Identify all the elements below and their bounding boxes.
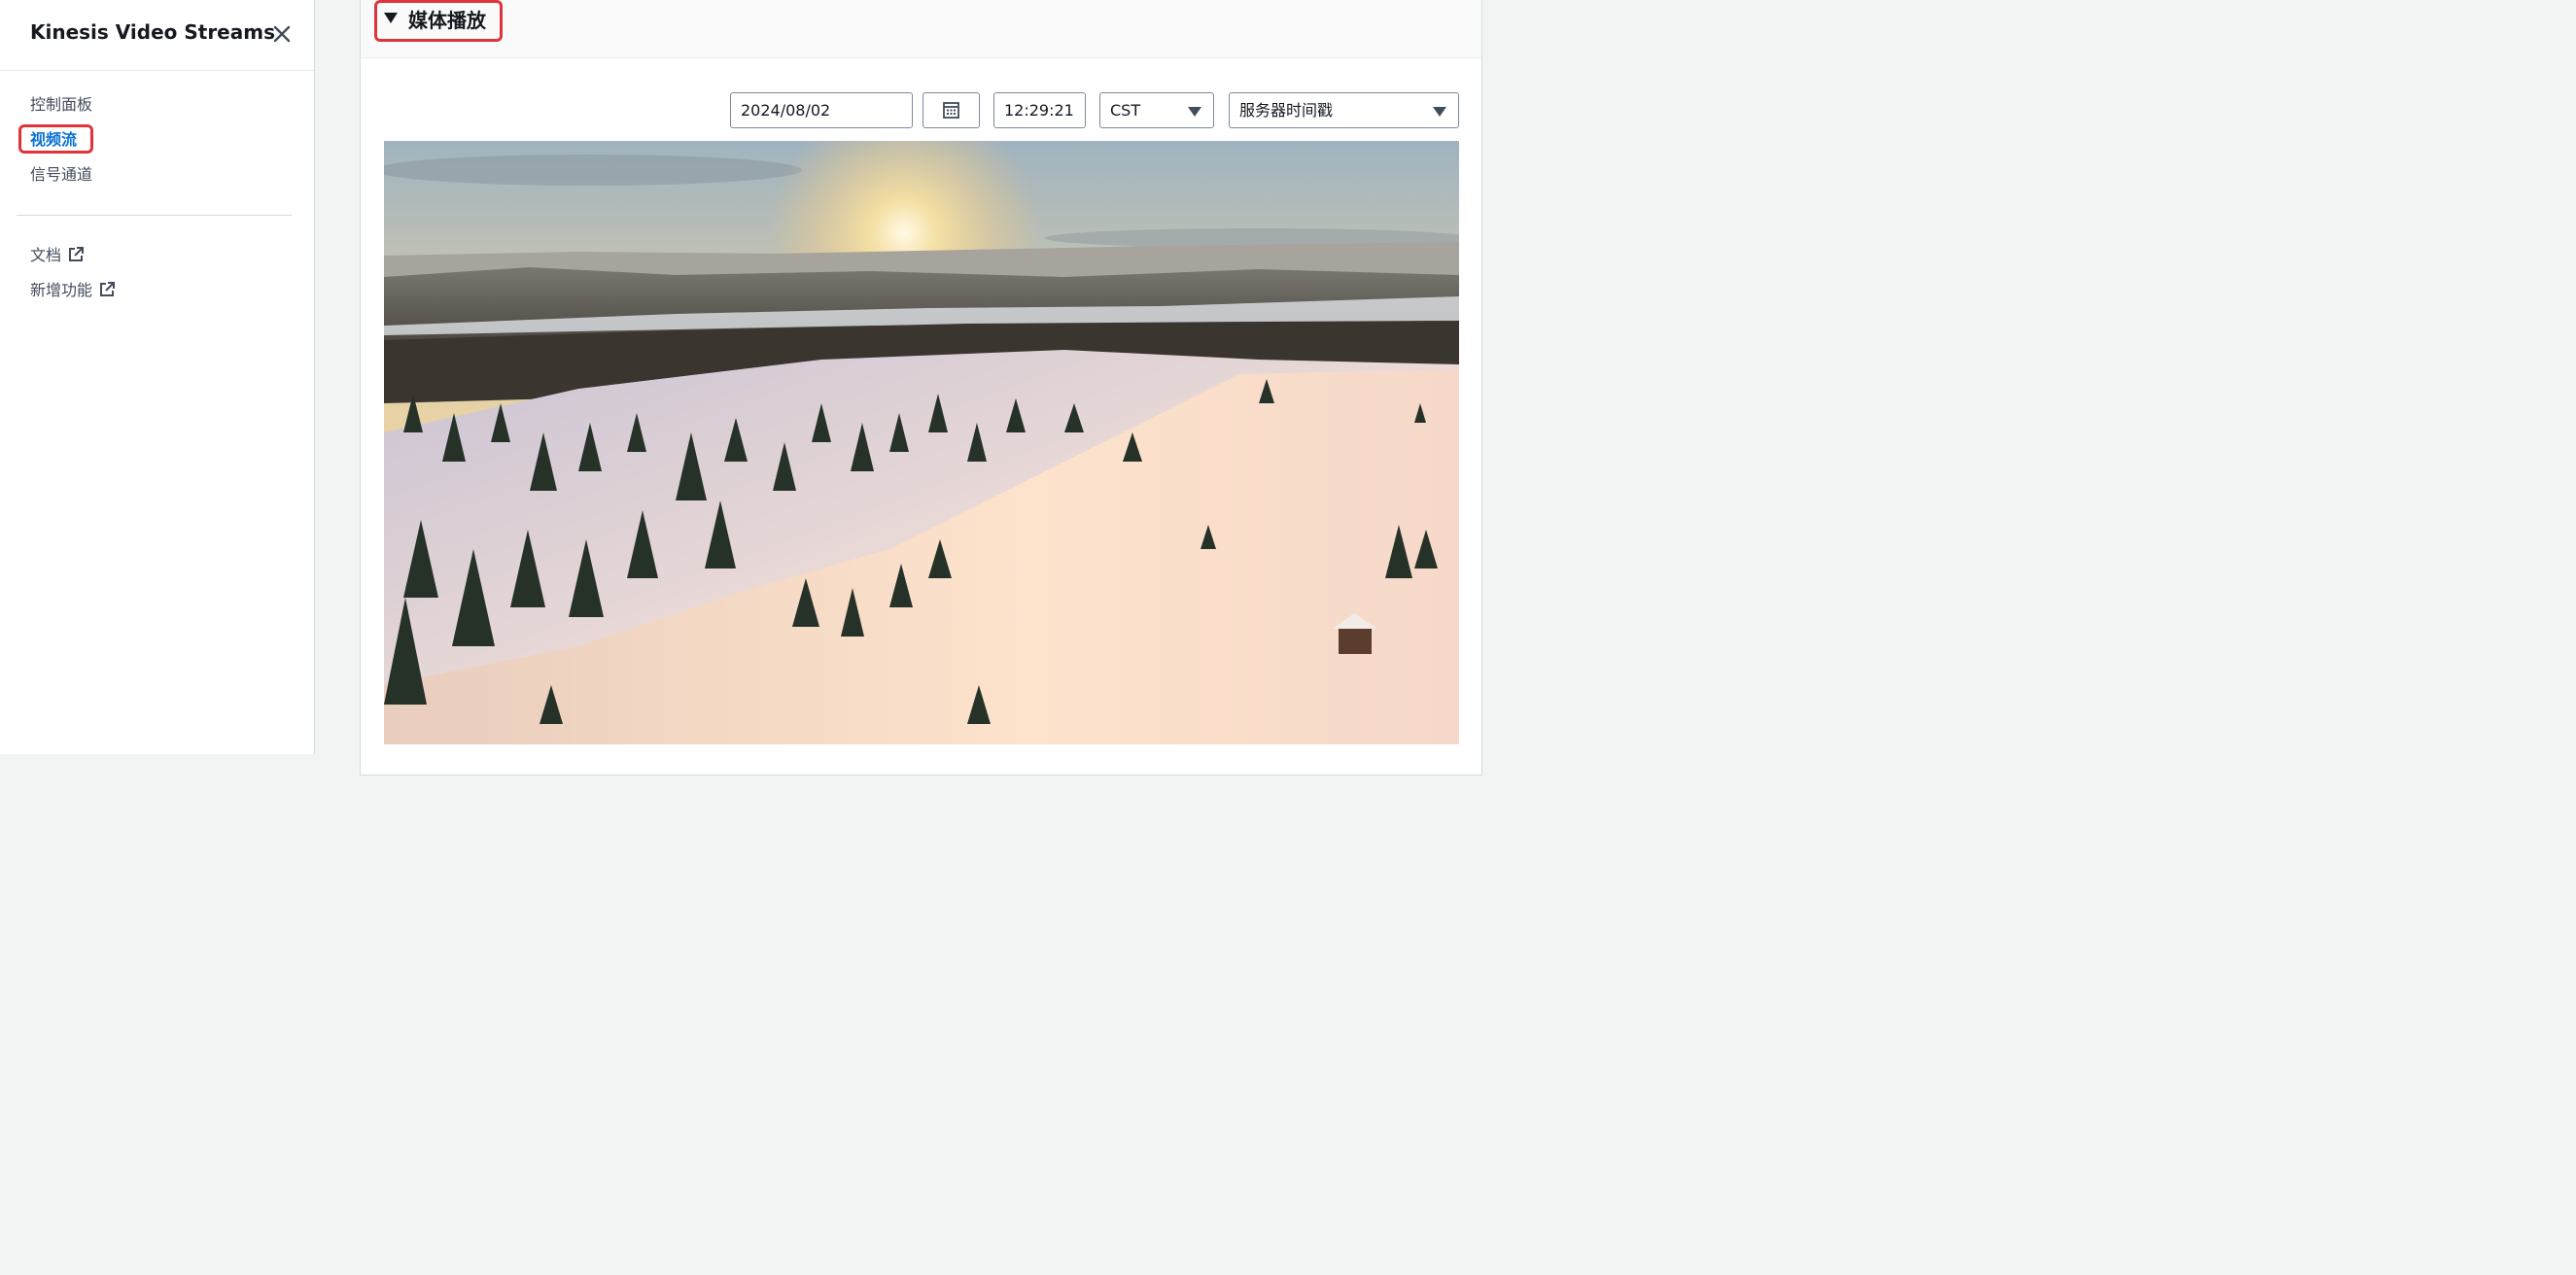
external-link-icon [100,282,116,296]
panel-header [361,0,1481,58]
video-player[interactable] [384,141,1459,744]
caret-down-icon [384,13,398,23]
close-icon [273,25,291,43]
timezone-value: CST [1110,101,1141,120]
caret-down-icon [1433,107,1446,117]
side-navigation: Kinesis Video Streams 控制面板 视频流 信号通道 文档 新… [0,0,315,754]
nav-link-whats-new[interactable]: 新增功能 [30,281,116,300]
caret-down-icon [1188,107,1201,117]
timestamp-type-value: 服务器时间戳 [1239,101,1334,120]
date-input[interactable]: 2024/08/02 [730,92,913,128]
timestamp-type-select[interactable]: 服务器时间戳 [1229,92,1459,128]
timezone-select[interactable]: CST [1099,92,1214,128]
external-link-icon [69,247,85,261]
nav-link-label: 新增功能 [30,281,93,299]
section-title: 媒体播放 [408,9,486,32]
sidebar-title: Kinesis Video Streams [30,20,275,44]
video-frame [384,141,1459,744]
calendar-icon [943,102,959,119]
nav-link-documentation[interactable]: 文档 [30,246,85,265]
time-input[interactable]: 12:29:21 [993,92,1086,128]
nav-item-video-streams[interactable]: 视频流 [30,130,77,150]
sidebar-divider [17,215,292,216]
close-navigation-button[interactable] [269,21,295,47]
nav-item-signaling-channels[interactable]: 信号通道 [30,165,92,185]
nav-link-label: 文档 [30,246,62,264]
nav-item-dashboard[interactable]: 控制面板 [30,95,92,115]
sidebar-header: Kinesis Video Streams [0,0,314,71]
calendar-button[interactable] [922,92,980,128]
